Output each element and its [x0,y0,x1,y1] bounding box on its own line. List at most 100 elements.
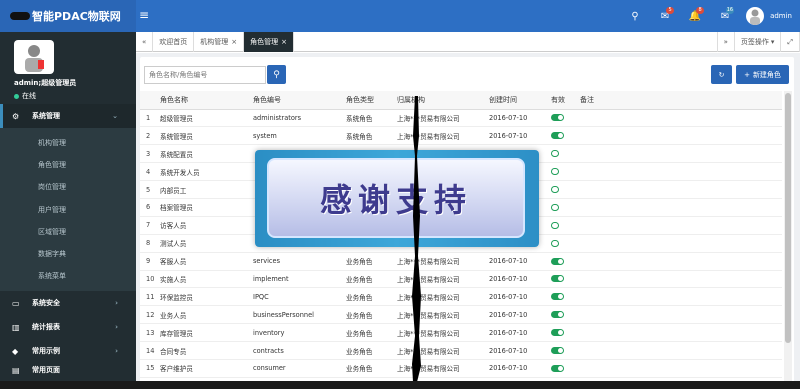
sidebar-item-label: 统计报表 [32,323,60,332]
brand-logo[interactable]: 智能PDAC物联网 [0,0,136,32]
tab-label: 机构管理 [200,38,229,46]
cell-code: inventory [249,323,342,343]
cell-org: 上海***贸易有限公司 [393,270,485,289]
close-icon[interactable]: × [281,38,287,46]
search-input[interactable] [144,66,266,84]
tab-role[interactable]: 角色管理 × [244,32,295,52]
cell-type: 系统角色 [342,109,393,128]
table-row[interactable]: 14 合同专员 contracts 业务角色 上海***贸易有限公司 2016-07-10 [140,341,782,360]
sidebar-item-tools[interactable]: ▤ 常用页面 [0,363,136,377]
sidebar-item-examples[interactable]: ◆ 常用示例 › [0,339,136,363]
cell-type: 业务角色 [342,341,393,360]
cell-type: 业务角色 [342,252,393,271]
valid-toggle[interactable] [551,221,559,229]
fullscreen-icon[interactable]: ⤢ [781,32,800,52]
sidebar-item-reports[interactable]: ▥ 统计报表 › [0,315,136,339]
table-row[interactable]: 2 系统管理员 system 系统角色 上海***贸易有限公司 2016-07-10 [140,126,782,146]
cell-type: 系统角色 [342,126,393,146]
row-index: 8 [140,234,156,253]
row-index: 5 [140,180,156,199]
cell-remark [576,359,782,378]
tab-scroll-left-icon[interactable]: « [136,32,154,52]
tab-label: 角色管理 [250,38,279,46]
cell-valid [547,216,576,235]
sidebar-sub-area[interactable]: 区域管理 [0,221,136,243]
cell-date: 2016-07-10 [485,126,547,146]
chevron-right-icon: › [115,323,118,332]
cell-name: 测试人员 [156,234,249,253]
sidebar-sub-role[interactable]: 角色管理 [0,154,136,176]
cell-remark [576,341,782,360]
valid-toggle[interactable] [551,114,564,122]
status-dot-icon [14,93,19,99]
table-row[interactable]: 11 环保监控员 IPQC 业务角色 上海***贸易有限公司 2016-07-10 [140,287,782,307]
valid-toggle[interactable] [551,203,559,211]
mail-icon[interactable]: ✉ 16 [710,0,740,32]
valid-toggle[interactable] [551,168,559,176]
sidebar-item-system[interactable]: ⚙ 系统管理 ⌄ [0,104,136,128]
tab-org[interactable]: 机构管理 × [194,32,245,52]
close-icon[interactable]: × [231,38,237,46]
table-row[interactable]: 15 客户维护员 consumer 业务角色 上海***贸易有限公司 2016-07-10 [140,359,782,378]
cell-code: contracts [249,341,342,360]
valid-toggle[interactable] [551,364,564,372]
cell-remark [576,144,782,164]
tab-scroll-right-icon[interactable]: » [716,32,735,52]
cell-name: 客服人员 [156,252,249,271]
add-role-label: 新建角色 [752,70,781,79]
valid-toggle[interactable] [551,311,564,319]
cell-remark [576,252,782,271]
row-index: 11 [140,287,156,307]
search-button[interactable]: ⚲ [267,65,286,84]
table-row[interactable]: 10 实施人员 implement 业务角色 上海***贸易有限公司 2016-07-10 [140,270,782,289]
caret-down-icon: ▾ [770,38,775,46]
valid-toggle[interactable] [551,132,564,140]
valid-toggle[interactable] [551,329,564,337]
col-org[interactable]: 归属机构 [393,91,485,110]
scrollbar[interactable] [784,91,792,389]
valid-toggle[interactable] [551,275,564,283]
table-row[interactable]: 13 库存管理员 inventory 业务角色 上海***贸易有限公司 2016-07-1… [140,323,782,343]
profile-name: admin;超级管理员 [14,79,77,87]
banner-text: 感谢支持 [319,181,472,219]
refresh-button[interactable]: ↻ [711,65,732,84]
cell-org: 上海***贸易有限公司 [393,252,485,271]
valid-toggle[interactable] [551,186,559,193]
tab-home[interactable]: 欢迎首页 [153,32,195,52]
alert-badge: 8 [696,7,705,14]
cell-remark [576,234,782,253]
sidebar-sub-post[interactable]: 岗位管理 [0,176,136,198]
scrollbar-thumb[interactable] [785,93,791,343]
col-name[interactable]: 角色名称 [156,91,249,110]
table-row[interactable]: 12 业务人员 businessPersonnel 业务角色 上海***贸易有限公司 20… [140,305,782,325]
menu-toggle-icon[interactable]: ≡ [138,8,150,22]
alert-icon[interactable]: 🔔 8 [680,0,710,32]
table-row[interactable]: 1 超级管理员 administrators 系统角色 上海***贸易有限公司 2016-… [140,109,782,128]
sidebar-sub-user[interactable]: 用户管理 [0,199,136,221]
cell-org: 上海***贸易有限公司 [393,323,485,343]
sidebar-sub-menu[interactable]: 系统菜单 [0,265,136,287]
sidebar-sub-org[interactable]: 机构管理 [0,132,136,154]
cell-org: 上海***贸易有限公司 [393,341,485,360]
user-menu[interactable]: admin [740,0,800,32]
col-valid[interactable]: 有效 [547,91,576,110]
col-date[interactable]: 创建时间 [485,91,547,110]
valid-toggle[interactable] [551,347,564,355]
sidebar-item-security[interactable]: ▭ 系统安全 › [0,291,136,315]
tab-ops-dropdown[interactable]: 页签操作 ▾ [735,32,782,52]
valid-toggle[interactable] [551,239,559,247]
search-icon[interactable]: ⚲ [620,0,650,32]
col-code[interactable]: 角色编号 [249,91,342,110]
mail-badge: 16 [725,7,735,14]
valid-toggle[interactable] [551,293,564,301]
avatar [746,7,765,25]
row-index: 9 [140,252,156,271]
bell-icon[interactable]: ✉ 5 [650,0,680,32]
add-role-button[interactable]: + 新建角色 [736,65,789,84]
col-type[interactable]: 角色类型 [342,91,393,110]
table-row[interactable]: 9 客服人员 services 业务角色 上海***贸易有限公司 2016-07-10 [140,252,782,271]
valid-toggle[interactable] [551,257,564,265]
valid-toggle[interactable] [551,150,559,158]
sidebar-sub-dict[interactable]: 数据字典 [0,243,136,265]
col-remark[interactable]: 备注 [576,91,782,110]
